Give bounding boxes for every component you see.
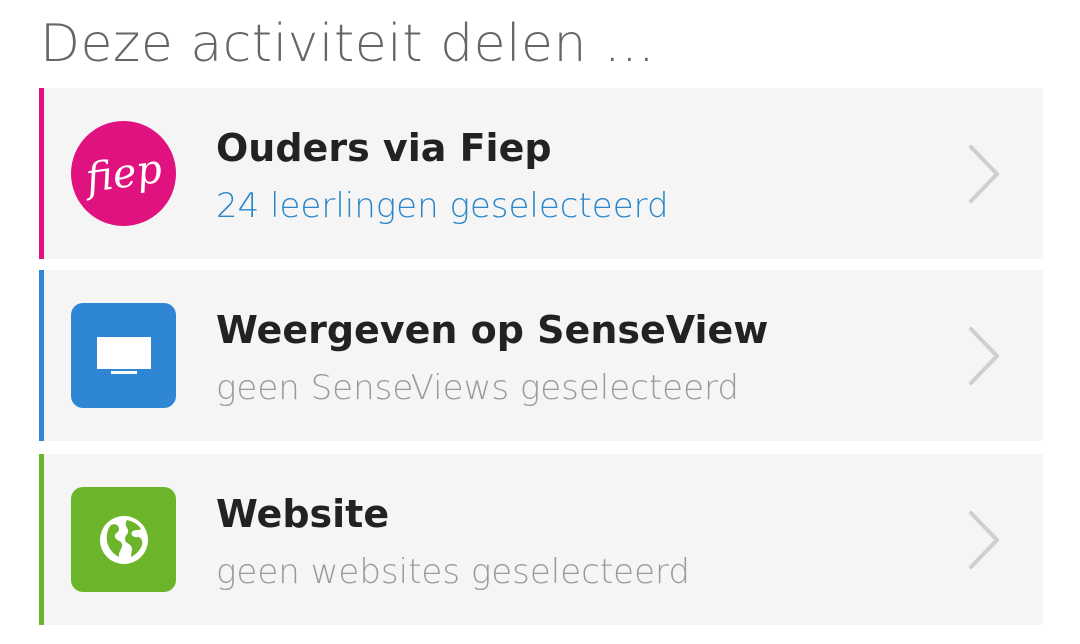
fiep-logo-text: fiep <box>82 145 165 202</box>
website-tile <box>71 487 176 592</box>
share-option-website[interactable]: Website geen websites geselecteerd <box>39 454 1043 625</box>
chevron-right-icon <box>969 511 999 569</box>
monitor-icon <box>96 336 151 374</box>
share-option-subtitle: geen websites geselecteerd <box>216 552 690 592</box>
chevron-right-icon <box>969 145 999 203</box>
share-options-list: fiep Ouders via Fiep 24 leerlingen gesel… <box>39 88 1043 636</box>
accent-bar <box>39 88 44 259</box>
accent-bar <box>39 270 44 441</box>
page-title: Deze activiteit delen ... <box>40 14 656 74</box>
senseview-tile <box>71 303 176 408</box>
fiep-logo-icon: fiep <box>71 121 176 226</box>
share-option-title: Website <box>216 492 390 536</box>
share-option-senseview[interactable]: Weergeven op SenseView geen SenseViews g… <box>39 270 1043 441</box>
share-option-subtitle: geen SenseViews geselecteerd <box>216 368 739 408</box>
globe-icon <box>99 515 148 564</box>
accent-bar <box>39 454 44 625</box>
share-option-subtitle: 24 leerlingen geselecteerd <box>216 186 669 226</box>
share-option-fiep[interactable]: fiep Ouders via Fiep 24 leerlingen gesel… <box>39 88 1043 259</box>
chevron-right-icon <box>969 327 999 385</box>
share-option-title: Ouders via Fiep <box>216 126 552 170</box>
share-option-title: Weergeven op SenseView <box>216 308 769 352</box>
